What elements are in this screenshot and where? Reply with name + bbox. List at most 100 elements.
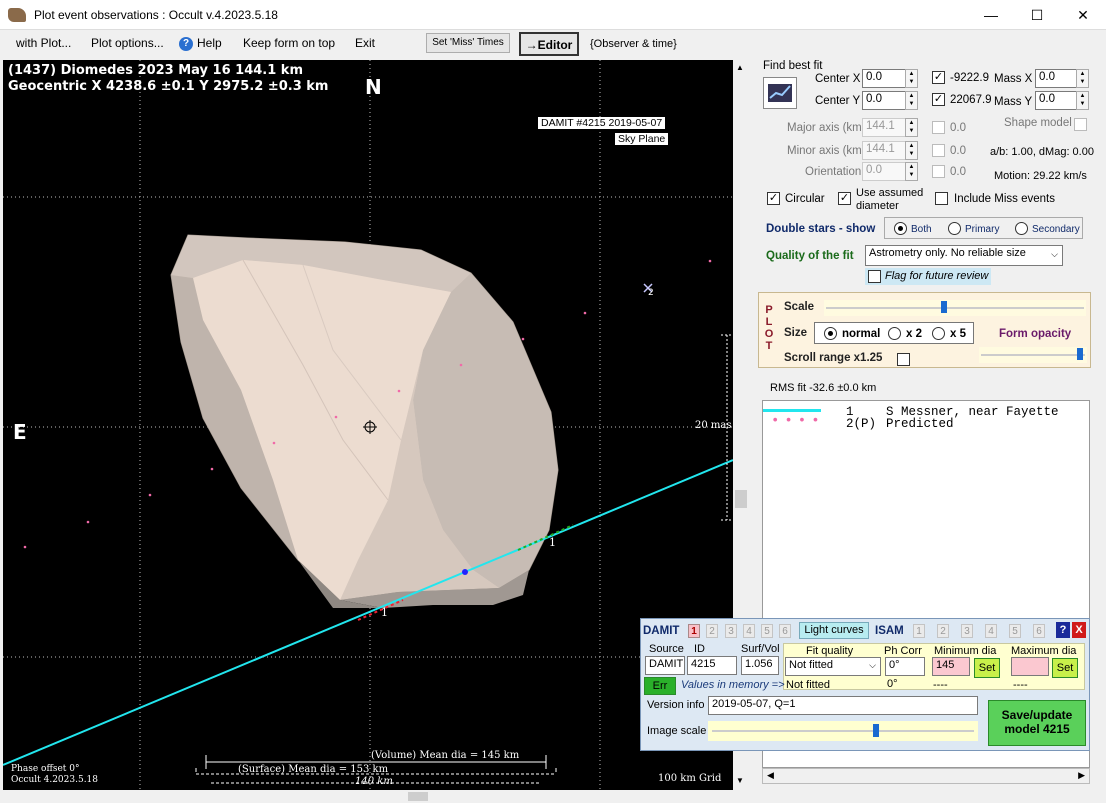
damit-tab-3[interactable]: 3: [725, 624, 737, 638]
orientation-spinner[interactable]: ▲ ▼: [905, 162, 918, 181]
maximize-button[interactable]: ☐: [1014, 0, 1060, 30]
isam-tab-1[interactable]: 1: [913, 624, 925, 638]
plot-canvas[interactable]: (1437) Diomedes 2023 May 16 144.1 km Geo…: [3, 60, 733, 790]
help-button[interactable]: ?: [1056, 622, 1070, 638]
legend-scroll-left-icon[interactable]: ◀: [767, 770, 774, 781]
motion-label: Motion: 29.22 km/s: [994, 170, 1087, 182]
size-x2-label: x 2: [906, 328, 922, 340]
fit-chart-icon: [768, 84, 792, 102]
center-y-input[interactable]: 0.0: [862, 91, 906, 110]
damit-tab-1[interactable]: 1: [688, 624, 700, 638]
scroll-thumb[interactable]: [735, 490, 747, 508]
primary-radio[interactable]: [948, 222, 961, 235]
size-x5-radio[interactable]: [932, 327, 945, 340]
use-assumed-checkbox[interactable]: ✓: [838, 192, 851, 205]
major-axis-spinner[interactable]: ▲ ▼: [905, 118, 918, 137]
menu-with-plot[interactable]: with Plot...: [16, 36, 71, 50]
secondary-label: Secondary: [1032, 224, 1080, 235]
scroll-range-checkbox[interactable]: [897, 353, 910, 366]
version-info-field[interactable]: 2019-05-07, Q=1: [708, 696, 978, 715]
mass-y-spinner[interactable]: ▲ ▼: [1076, 91, 1089, 110]
major-axis-checkbox[interactable]: [932, 121, 945, 134]
form-opacity-slider[interactable]: [979, 347, 1087, 363]
close-damit-button[interactable]: X: [1072, 622, 1086, 638]
max-dia-set-button[interactable]: Set: [1052, 658, 1078, 678]
min-dia-set-button[interactable]: Set: [974, 658, 1000, 678]
hscroll-thumb[interactable]: [408, 792, 428, 801]
plot-horizontal-scrollbar[interactable]: [3, 790, 749, 803]
minor-axis-spinner[interactable]: ▲ ▼: [905, 141, 918, 160]
help-icon[interactable]: ?: [179, 37, 193, 51]
surf-vol-field[interactable]: 1.056: [741, 656, 779, 675]
isam-tab-6[interactable]: 6: [1033, 624, 1045, 638]
mass-y-value: 22067.9: [950, 94, 992, 106]
menu-keep-on-top[interactable]: Keep form on top: [243, 36, 335, 50]
mass-x-checkbox[interactable]: ✓: [932, 71, 945, 84]
mass-y-checkbox[interactable]: ✓: [932, 93, 945, 106]
minor-axis-checkbox[interactable]: [932, 144, 945, 157]
legend-hscrollbar[interactable]: ◀ ▶: [762, 768, 1090, 784]
center-x-spinner[interactable]: ▲ ▼: [905, 69, 918, 88]
mass-x-input[interactable]: 0.0: [1035, 69, 1077, 88]
plot-header-line1: (1437) Diomedes 2023 May 16 144.1 km: [8, 63, 303, 78]
scroll-down-icon[interactable]: ▼: [736, 776, 744, 785]
shape-model-checkbox[interactable]: [1074, 118, 1087, 131]
secondary-radio[interactable]: [1015, 222, 1028, 235]
isam-tab-3[interactable]: 3: [961, 624, 973, 638]
center-y-label: Center Y: [815, 95, 861, 107]
source-field[interactable]: DAMIT: [645, 656, 685, 675]
legend-scroll-right-icon[interactable]: ▶: [1078, 770, 1085, 781]
damit-tab-5[interactable]: 5: [761, 624, 773, 638]
center-y-spinner[interactable]: ▲ ▼: [905, 91, 918, 110]
damit-panel: DAMIT 1 2 3 4 5 6 Light curves ISAM 1 2 …: [640, 618, 1090, 751]
damit-tab-2[interactable]: 2: [706, 624, 718, 638]
observer-time-label[interactable]: {Observer & time}: [590, 38, 677, 50]
isam-tab-5[interactable]: 5: [1009, 624, 1021, 638]
id-field[interactable]: 4215: [687, 656, 737, 675]
size-normal-radio[interactable]: [824, 327, 837, 340]
ph-corr-field[interactable]: 0°: [885, 657, 925, 676]
menu-help[interactable]: Help: [197, 36, 222, 50]
center-x-input[interactable]: 0.0: [862, 69, 906, 88]
scroll-up-icon[interactable]: ▲: [736, 63, 744, 72]
include-miss-checkbox[interactable]: [935, 192, 948, 205]
mass-x-label: Mass X: [994, 73, 1033, 85]
light-curves-button[interactable]: Light curves: [799, 622, 869, 639]
max-dia-field[interactable]: [1011, 657, 1049, 676]
orientation-checkbox[interactable]: [932, 165, 945, 178]
minimize-button[interactable]: —: [968, 0, 1014, 30]
menu-plot-options[interactable]: Plot options...: [91, 36, 164, 50]
opacity-slider-thumb[interactable]: [1077, 348, 1083, 360]
menu-exit[interactable]: Exit: [355, 36, 375, 50]
image-scale-slider[interactable]: [708, 721, 978, 741]
mass-x-spinner[interactable]: ▲ ▼: [1076, 69, 1089, 88]
app-icon: [8, 8, 26, 22]
isam-tab-2[interactable]: 2: [937, 624, 949, 638]
save-update-model-button[interactable]: Save/update model 4215: [988, 700, 1086, 746]
both-radio[interactable]: [894, 222, 907, 235]
orientation-input[interactable]: 0.0: [862, 162, 906, 181]
minor-axis-input[interactable]: 144.1: [862, 141, 906, 160]
find-best-fit-button[interactable]: [763, 77, 797, 109]
err-button[interactable]: Err: [644, 677, 676, 695]
set-miss-times-button[interactable]: Set 'Miss' Times: [426, 33, 510, 53]
mass-y-input[interactable]: 0.0: [1035, 91, 1077, 110]
scale-slider[interactable]: [824, 300, 1086, 316]
circular-checkbox[interactable]: ✓: [767, 192, 780, 205]
size-x2-radio[interactable]: [888, 327, 901, 340]
minor-axis-fit: 0.0: [950, 145, 966, 157]
mass-x-value: -9222.9: [950, 72, 990, 84]
damit-tab-4[interactable]: 4: [743, 624, 755, 638]
min-dia-field[interactable]: 145: [932, 657, 970, 676]
fit-quality-chevron-icon: ⌵: [869, 660, 876, 670]
image-scale-thumb[interactable]: [873, 724, 879, 737]
damit-tab-6[interactable]: 6: [779, 624, 791, 638]
quality-select[interactable]: Astrometry only. No reliable size ⌵: [865, 245, 1063, 266]
fit-quality-select[interactable]: Not fitted ⌵: [785, 657, 881, 676]
close-button[interactable]: ✕: [1060, 0, 1106, 30]
flag-review-checkbox[interactable]: [868, 270, 881, 283]
isam-tab-4[interactable]: 4: [985, 624, 997, 638]
major-axis-input[interactable]: 144.1: [862, 118, 906, 137]
scale-slider-thumb[interactable]: [941, 301, 947, 313]
editor-button[interactable]: →Editor: [519, 32, 579, 56]
